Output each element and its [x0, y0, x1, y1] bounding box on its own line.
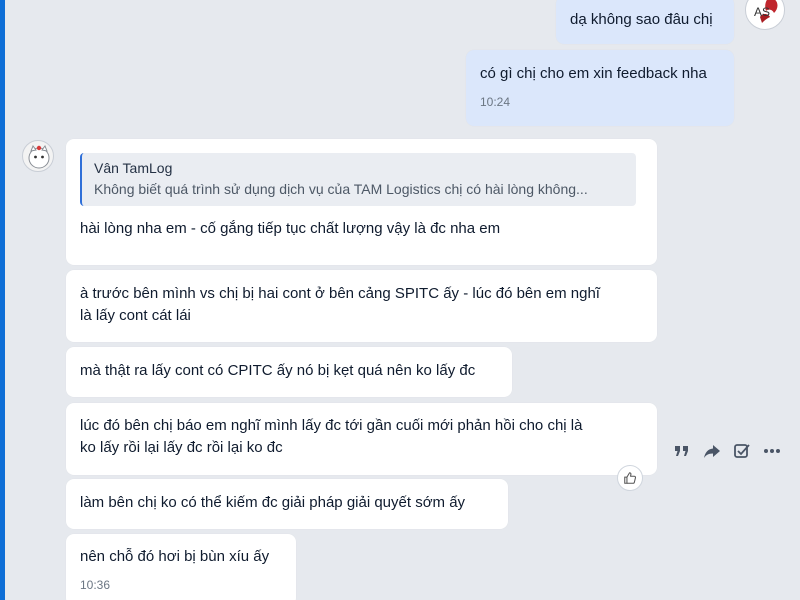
task-icon	[734, 444, 750, 458]
thumbs-up-icon	[624, 472, 636, 484]
reply-quote[interactable]: Vân TamLog Không biết quá trình sử dụng …	[80, 153, 636, 206]
message-text: làm bên chị ko có thể kiếm đc giải pháp …	[80, 494, 466, 511]
message-time: 10:24	[480, 95, 511, 109]
window-left-edge	[0, 0, 5, 600]
message-text-line: à trước bên mình vs chị bị hai cont ở bê…	[80, 285, 600, 302]
message-text: nên chỗ đó hơi bị bùn xíu ấy	[80, 548, 270, 565]
message-text: hài lòng nha em - cố gắng tiếp tục chất …	[80, 220, 501, 237]
outgoing-message[interactable]: có gì chị cho em xin feedback nha 10:24	[466, 50, 734, 126]
message-text-line: ko lấy rồi lại lấy đc rồi lại ko đc	[80, 439, 283, 456]
forward-icon	[704, 445, 720, 458]
incoming-message-with-reply[interactable]: Vân TamLog Không biết quá trình sử dụng …	[66, 139, 657, 265]
outgoing-message[interactable]: dạ không sao đâu chị	[556, 0, 734, 44]
message-text-line: là lấy cont cát lái	[80, 307, 191, 324]
message-text: mà thật ra lấy cont có CPITC ấy nó bị kẹ…	[80, 362, 476, 379]
task-button[interactable]	[732, 441, 752, 461]
forward-button[interactable]	[702, 441, 722, 461]
quote-button[interactable]	[672, 441, 692, 461]
my-avatar-initials: AS	[754, 5, 771, 19]
contact-avatar[interactable]	[22, 140, 54, 172]
reply-quote-text: Không biết quá trình sử dụng dịch vụ của…	[94, 181, 588, 197]
incoming-message[interactable]: nên chỗ đó hơi bị bùn xíu ấy 10:36	[66, 534, 296, 600]
incoming-message[interactable]: à trước bên mình vs chị bị hai cont ở bê…	[66, 270, 657, 342]
reply-quote-sender: Vân TamLog	[94, 160, 173, 176]
incoming-message[interactable]: làm bên chị ko có thể kiếm đc giải pháp …	[66, 479, 508, 529]
my-avatar[interactable]: AS	[745, 0, 785, 30]
message-text: dạ không sao đâu chị	[570, 11, 713, 28]
incoming-message[interactable]: lúc đó bên chị báo em nghĩ mình lấy đc t…	[66, 403, 657, 475]
quote-icon	[675, 446, 688, 456]
message-text-line: lúc đó bên chị báo em nghĩ mình lấy đc t…	[80, 417, 583, 434]
incoming-message[interactable]: mà thật ra lấy cont có CPITC ấy nó bị kẹ…	[66, 347, 512, 397]
more-icon	[764, 449, 780, 453]
cat-avatar-icon	[28, 144, 50, 169]
more-options-button[interactable]	[762, 441, 782, 461]
message-action-bar	[672, 438, 782, 464]
message-time: 10:36	[80, 578, 111, 592]
reaction-like-button[interactable]	[617, 465, 643, 491]
message-text: có gì chị cho em xin feedback nha	[480, 65, 707, 82]
